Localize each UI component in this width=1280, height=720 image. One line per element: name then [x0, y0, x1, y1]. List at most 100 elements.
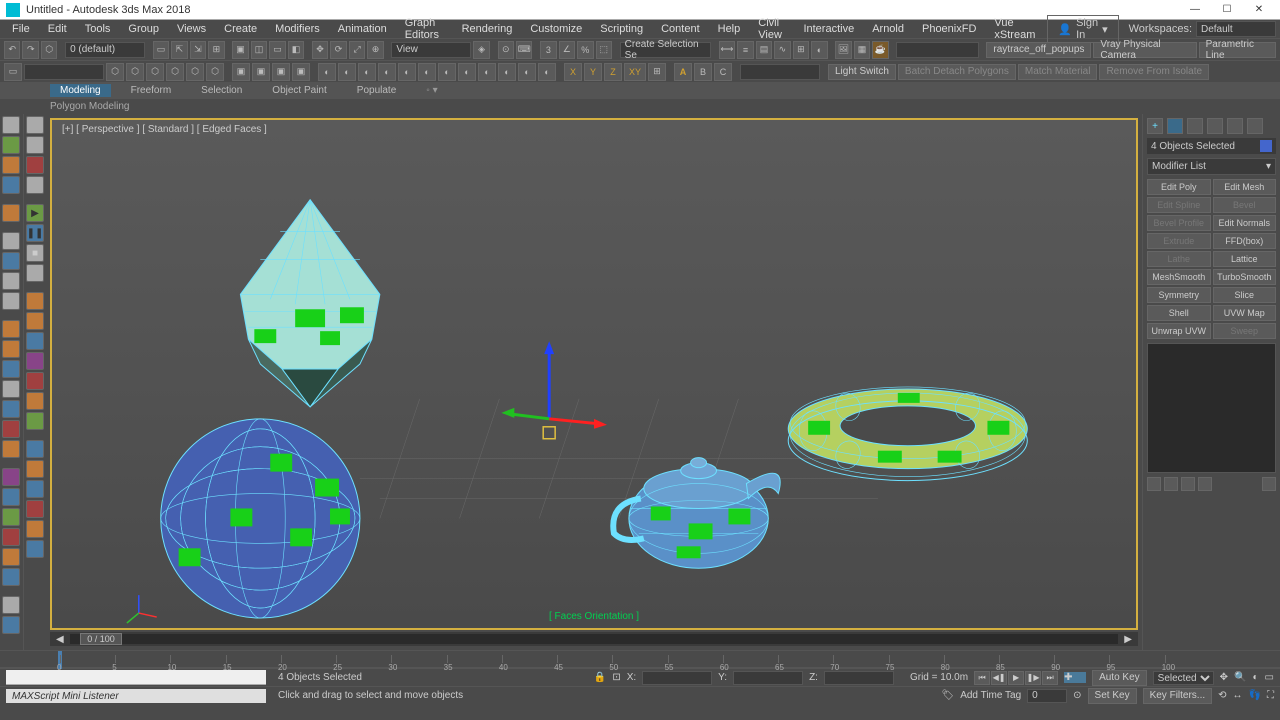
side-icon[interactable]: [2, 548, 20, 566]
show-end-icon[interactable]: [1164, 477, 1178, 491]
axis-constraint-icon[interactable]: ⊞: [648, 63, 666, 81]
prev-frame-icon[interactable]: ◀❚: [991, 671, 1007, 685]
window-minimize[interactable]: —: [1180, 1, 1210, 19]
hold-icon[interactable]: ▭: [4, 63, 22, 81]
select-icon[interactable]: ▭: [153, 41, 169, 59]
side-icon[interactable]: [2, 568, 20, 586]
window-maximize[interactable]: ☐: [1212, 1, 1242, 19]
next-frame-icon[interactable]: ❚▶: [1025, 671, 1041, 685]
align-icon[interactable]: ≡: [737, 41, 753, 59]
redo-icon[interactable]: ↷: [22, 41, 38, 59]
scale-icon[interactable]: ⤢: [349, 41, 365, 59]
nav-orbit-icon[interactable]: ⟲: [1218, 690, 1226, 701]
side-icon[interactable]: [26, 540, 44, 558]
isolate-icon[interactable]: ⊡: [612, 672, 620, 683]
tb2-p[interactable]: ◐: [418, 63, 436, 81]
side-icon[interactable]: [2, 488, 20, 506]
layers-icon[interactable]: ▤: [756, 41, 772, 59]
hierarchy-tab-icon[interactable]: [1187, 118, 1203, 134]
rotate-icon[interactable]: ⟳: [330, 41, 346, 59]
tb2-t[interactable]: ◐: [498, 63, 516, 81]
menu-file[interactable]: File: [4, 21, 38, 37]
select-object-icon[interactable]: ▣: [232, 41, 248, 59]
select-region-icon[interactable]: ▭: [269, 41, 285, 59]
remove-mod-icon[interactable]: [1198, 477, 1212, 491]
side-icon[interactable]: [2, 156, 20, 174]
unique-icon[interactable]: [1181, 477, 1195, 491]
modifier-button[interactable]: Unwrap UVW: [1147, 323, 1211, 339]
goto-start-icon[interactable]: ⏮: [974, 671, 990, 685]
modifier-button[interactable]: MeshSmooth: [1147, 269, 1211, 285]
x-coord-field[interactable]: [642, 671, 712, 685]
workspace-combo[interactable]: Default: [1196, 21, 1276, 37]
play-icon[interactable]: ▶: [26, 204, 44, 222]
text-a-icon[interactable]: A: [674, 63, 692, 81]
ref-coord-combo[interactable]: View: [391, 42, 471, 58]
side-icon[interactable]: [2, 440, 20, 458]
menu-interactive[interactable]: Interactive: [795, 21, 862, 37]
render-preset-combo[interactable]: [896, 42, 978, 58]
create-tab-icon[interactable]: +: [1147, 118, 1163, 134]
shape-b-icon[interactable]: B: [694, 63, 712, 81]
modifier-button[interactable]: TurboSmooth: [1213, 269, 1277, 285]
nav-fov-icon[interactable]: ◐: [1253, 672, 1259, 683]
side-icon[interactable]: [2, 400, 20, 418]
modifier-stack[interactable]: [1147, 343, 1276, 473]
time-config-icon[interactable]: ✚: [1064, 672, 1086, 683]
angle-snap-icon[interactable]: ∠: [559, 41, 575, 59]
ribbon-tab-selection[interactable]: Selection: [191, 84, 252, 97]
menu-scripting[interactable]: Scripting: [592, 21, 651, 37]
modify-tab-icon[interactable]: [1167, 118, 1183, 134]
menu-group[interactable]: Group: [120, 21, 167, 37]
menu-civilview[interactable]: Civil View: [750, 15, 793, 43]
tb2-l[interactable]: ◐: [338, 63, 356, 81]
nav-max-icon[interactable]: ⛶: [1267, 690, 1274, 701]
side-icon[interactable]: [2, 252, 20, 270]
viewport-label[interactable]: [+] [ Perspective ] [ Standard ] [ Edged…: [62, 124, 267, 135]
curve-editor-icon[interactable]: ∿: [774, 41, 790, 59]
misc-combo[interactable]: [740, 64, 820, 80]
raytrace-button[interactable]: raytrace_off_popups: [986, 42, 1091, 58]
side-icon[interactable]: [26, 116, 44, 134]
side-icon[interactable]: [2, 136, 20, 154]
side-icon[interactable]: [2, 508, 20, 526]
lock-icon[interactable]: 🔒: [594, 672, 606, 683]
undo-icon[interactable]: ↶: [4, 41, 20, 59]
side-icon[interactable]: [26, 440, 44, 458]
percent-snap-icon[interactable]: %: [577, 41, 593, 59]
nav-dolly-icon[interactable]: ↔: [1233, 690, 1243, 701]
batch-detach-button[interactable]: Batch Detach Polygons: [898, 64, 1016, 80]
modifier-button[interactable]: Slice: [1213, 287, 1277, 303]
menu-phoenixfd[interactable]: PhoenixFD: [914, 21, 984, 37]
select-manip-icon[interactable]: ⊙: [498, 41, 514, 59]
side-icon[interactable]: [26, 520, 44, 538]
listener-output[interactable]: [6, 670, 266, 685]
menu-customize[interactable]: Customize: [522, 21, 590, 37]
shape-c-icon[interactable]: C: [714, 63, 732, 81]
selection-set-combo[interactable]: 0 (default): [65, 42, 145, 58]
scrub-left-icon[interactable]: ◀: [56, 634, 64, 645]
menu-animation[interactable]: Animation: [330, 21, 395, 37]
side-icon[interactable]: [2, 616, 20, 634]
tb2-e[interactable]: ⬡: [186, 63, 204, 81]
side-icon[interactable]: [26, 332, 44, 350]
side-icon[interactable]: [26, 392, 44, 410]
tb2-s[interactable]: ◐: [478, 63, 496, 81]
snap-toggle-icon[interactable]: 3: [540, 41, 556, 59]
render-setup-icon[interactable]: 🖼: [835, 41, 851, 59]
window-close[interactable]: ✕: [1244, 1, 1274, 19]
window-crossing-icon[interactable]: ◧: [288, 41, 304, 59]
modifier-button[interactable]: Edit Poly: [1147, 179, 1211, 195]
side-icon[interactable]: [26, 136, 44, 154]
use-center-icon[interactable]: ◈: [473, 41, 489, 59]
move-icon[interactable]: ✥: [312, 41, 328, 59]
ribbon-tab-populate[interactable]: Populate: [347, 84, 406, 97]
side-icon[interactable]: [2, 468, 20, 486]
time-tag-icon[interactable]: 🏷: [941, 690, 954, 701]
match-material-button[interactable]: Match Material: [1018, 64, 1098, 80]
keyboard-icon[interactable]: ⌨: [516, 41, 532, 59]
ribbon-tab-modeling[interactable]: Modeling: [50, 84, 111, 97]
layer-combo[interactable]: [24, 64, 104, 80]
z-coord-field[interactable]: [824, 671, 894, 685]
tb2-a[interactable]: ⬡: [106, 63, 124, 81]
